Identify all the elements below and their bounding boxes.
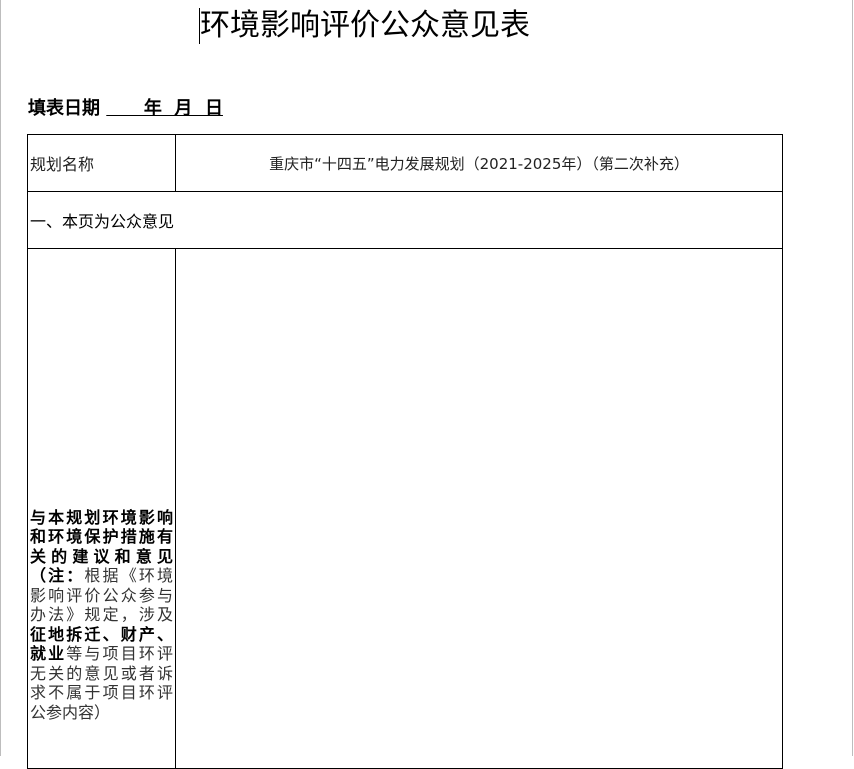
plan-name-label: 规划名称 — [27, 134, 176, 192]
opinion-form-table: 规划名称 重庆市“十四五”电力发展规划（2021-2025年）（第二次补充） 一… — [27, 134, 783, 769]
opinion-label: 与本规划环境影响和环境保护措施有关的建议和意见（注：根据《环境影响评价公众参与办… — [27, 248, 176, 769]
opinion-label-title: 与本规划环境影响和环境保护措施有关的建议和意见 — [30, 507, 173, 566]
opinion-input-area[interactable] — [175, 248, 783, 769]
document-title: 环境影响评价公众意见表 — [200, 8, 530, 43]
fill-date-label: 填表日期 — [28, 98, 100, 119]
plan-name-value[interactable]: 重庆市“十四五”电力发展规划（2021-2025年）（第二次补充） — [175, 134, 783, 192]
fill-date-row: 填表日期 年 月 日 — [28, 96, 223, 122]
section-heading-row: 一、本页为公众意见 — [27, 191, 783, 249]
opinion-label-note-prefix: （注： — [30, 566, 85, 585]
opinion-row: 与本规划环境影响和环境保护措施有关的建议和意见（注：根据《环境影响评价公众参与办… — [27, 248, 783, 769]
plan-name-row: 规划名称 重庆市“十四五”电力发展规划（2021-2025年）（第二次补充） — [27, 134, 783, 192]
section-heading: 一、本页为公众意见 — [27, 191, 783, 249]
fill-date-blank[interactable]: 年 月 日 — [106, 98, 223, 119]
